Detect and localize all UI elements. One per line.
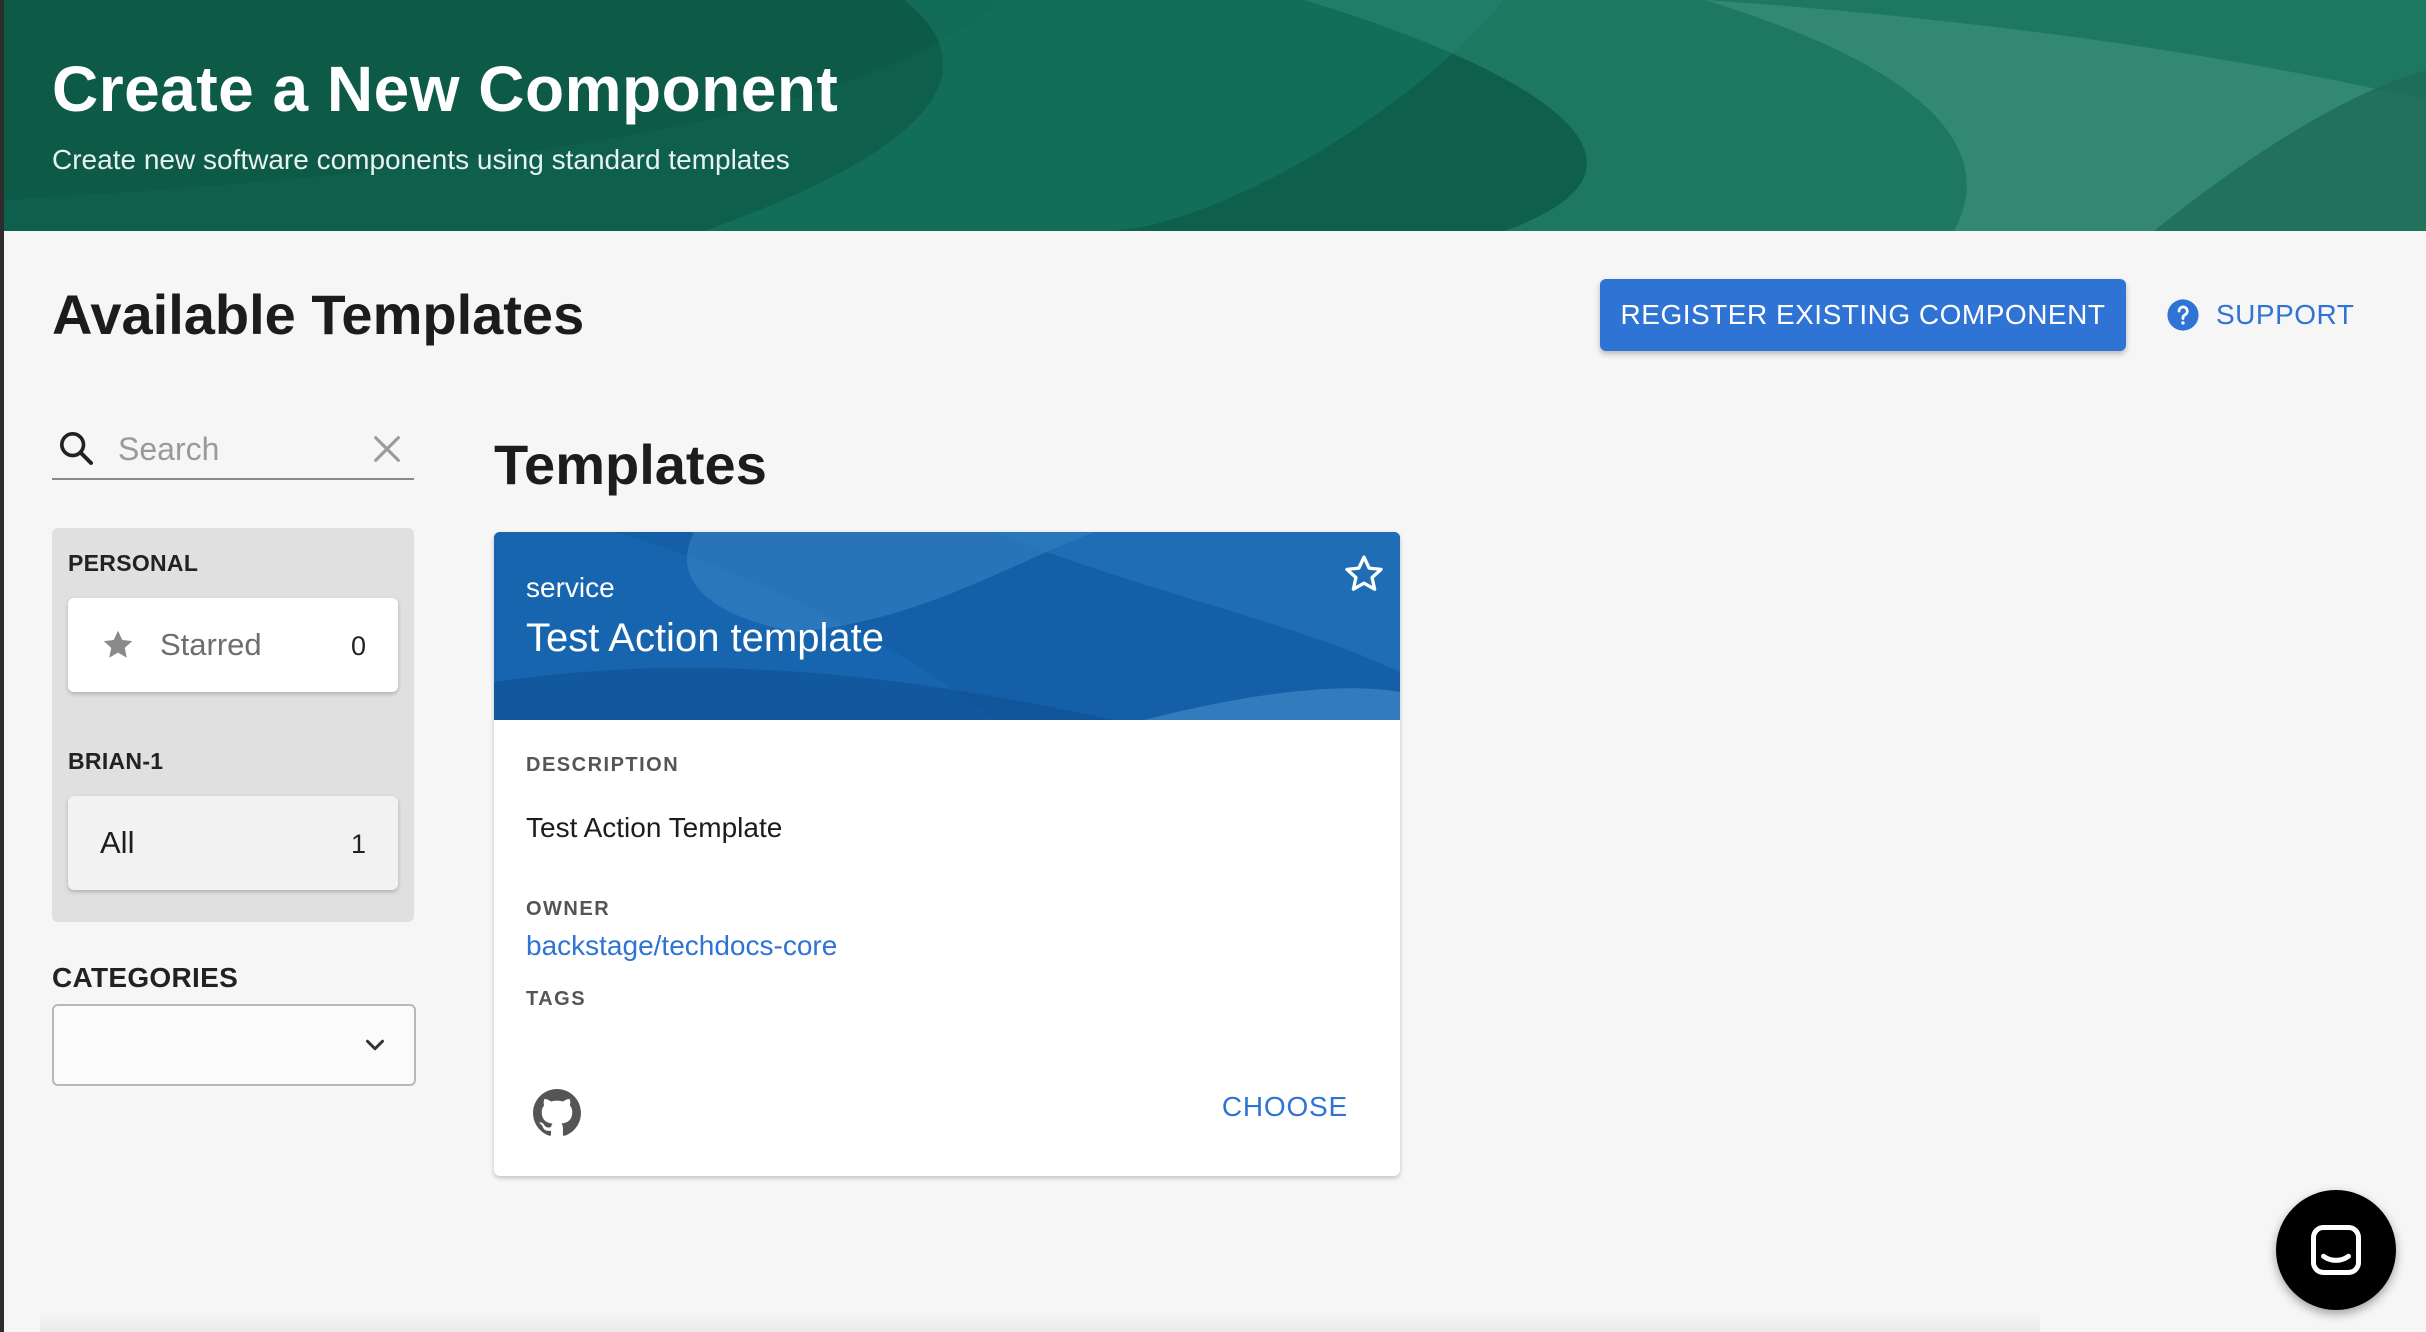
owner-link[interactable]: backstage/techdocs-core	[526, 930, 837, 962]
favorite-star-icon[interactable]	[1342, 552, 1386, 596]
group-label-personal: PERSONAL	[68, 550, 199, 576]
template-title: Test Action template	[526, 616, 884, 660]
group-label-brian-1: BRIAN-1	[68, 748, 164, 774]
help-circle-icon	[2167, 299, 2199, 331]
support-label: SUPPORT	[2216, 299, 2355, 330]
owner-filter-panel: PERSONAL Starred 0 BRIAN-1 All 1	[52, 528, 414, 922]
header-title: Create a New Component	[52, 53, 839, 125]
search-input[interactable]	[116, 426, 360, 472]
chat-launcher-button[interactable]	[2276, 1190, 2396, 1310]
clear-search-icon[interactable]	[370, 432, 404, 466]
template-card: service Test Action template DESCRIPTION…	[494, 532, 1400, 1176]
github-icon[interactable]	[532, 1088, 582, 1138]
search-icon	[60, 432, 93, 465]
register-existing-component-button[interactable]: REGISTER EXISTING COMPONENT	[1600, 279, 2126, 351]
filter-label-starred: Starred	[160, 627, 262, 662]
filter-item-starred[interactable]: Starred 0	[68, 598, 398, 692]
filter-label-all: All	[100, 825, 135, 860]
chat-icon	[2311, 1225, 2361, 1275]
bottom-fade	[40, 1310, 2040, 1332]
filter-count-all: 1	[350, 829, 366, 859]
tags-label: TAGS	[526, 988, 587, 1010]
categories-select[interactable]	[52, 1004, 416, 1086]
templates-section-title: Templates	[494, 433, 767, 496]
template-type: service	[526, 572, 615, 603]
support-button[interactable]: SUPPORT	[2166, 279, 2372, 351]
description-label: DESCRIPTION	[526, 754, 680, 776]
template-card-header: service Test Action template	[494, 532, 1400, 720]
chevron-down-icon	[366, 1039, 384, 1051]
choose-button[interactable]: CHOOSE	[1216, 1090, 1354, 1124]
categories-label: CATEGORIES	[52, 962, 239, 993]
owner-label: OWNER	[526, 898, 611, 920]
description-value: Test Action Template	[526, 812, 783, 843]
filter-item-all[interactable]: All 1	[68, 796, 398, 890]
search-bar	[52, 420, 414, 480]
page-title: Available Templates	[52, 283, 585, 346]
filter-count-starred: 0	[350, 631, 366, 661]
page-header: Create a New Component Create new softwa…	[4, 0, 2426, 231]
star-icon	[103, 630, 133, 658]
header-subtitle: Create new software components using sta…	[52, 144, 790, 175]
